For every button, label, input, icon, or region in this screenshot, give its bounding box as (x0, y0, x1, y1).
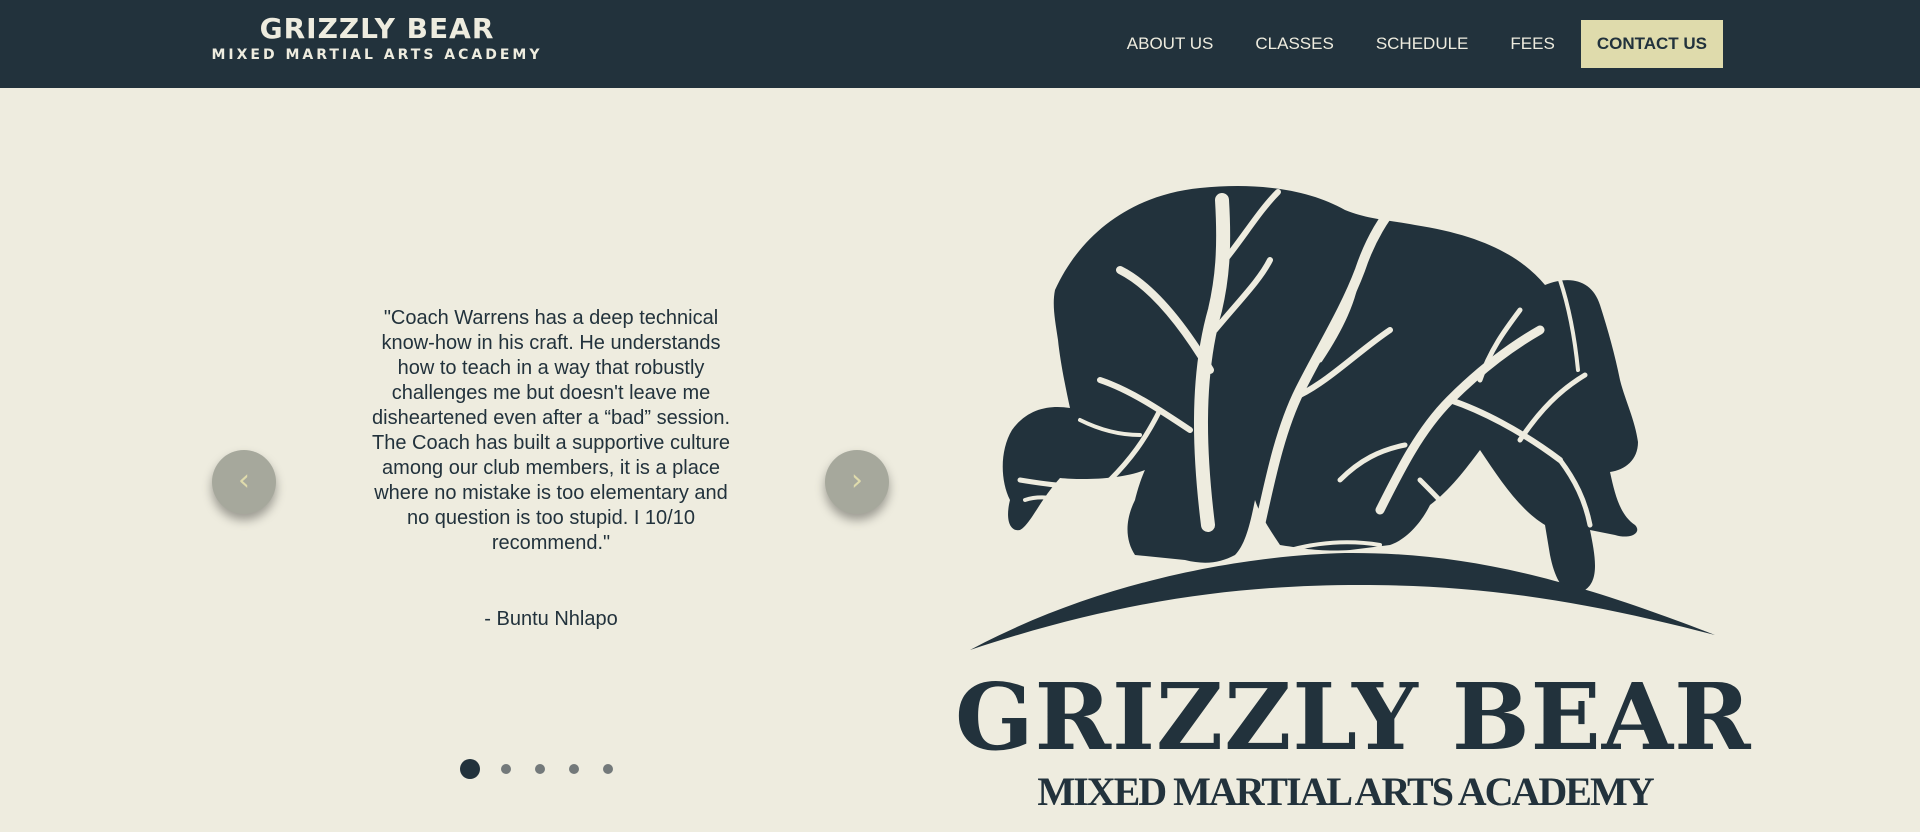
carousel-dot-5[interactable] (603, 764, 613, 774)
testimonial-author: - Buntu Nhlapo (484, 608, 618, 630)
chevron-left-icon: ‹ (238, 463, 250, 498)
nav-fees[interactable]: FEES (1489, 20, 1575, 68)
bear-tree-icon (970, 186, 1715, 650)
nav-schedule[interactable]: SCHEDULE (1355, 20, 1490, 68)
carousel-dot-4[interactable] (569, 764, 579, 774)
top-navbar: GRIZZLY BEAR MIXED MARTIAL ARTS ACADEMY … (0, 0, 1920, 88)
carousel-prev-button[interactable]: ‹ (212, 450, 276, 514)
nav-classes[interactable]: CLASSES (1234, 20, 1354, 68)
main-nav: ABOUT US CLASSES SCHEDULE FEES CONTACT U… (1106, 20, 1723, 68)
logo-subtitle: MIXED MARTIAL ARTS ACADEMY (1037, 769, 1654, 814)
testimonial-quote: "Coach Warrens has a deep technical know… (372, 307, 730, 554)
contact-us-button[interactable]: CONTACT US (1580, 20, 1723, 68)
carousel-dot-1[interactable] (460, 759, 480, 779)
brand-tagline: MIXED MARTIAL ARTS ACADEMY (211, 47, 543, 63)
logo-title: GRIZZLY BEAR (955, 663, 1752, 771)
carousel-dot-2[interactable] (501, 764, 511, 774)
nav-about-us[interactable]: ABOUT US (1106, 20, 1235, 68)
brand-logo[interactable]: GRIZZLY BEAR MIXED MARTIAL ARTS ACADEMY (192, 14, 562, 64)
carousel-dots (460, 758, 637, 780)
carousel-next-button[interactable]: › (825, 450, 889, 514)
chevron-right-icon: › (851, 463, 863, 498)
carousel-dot-3[interactable] (535, 764, 545, 774)
brand-name: GRIZZLY BEAR (259, 12, 495, 45)
